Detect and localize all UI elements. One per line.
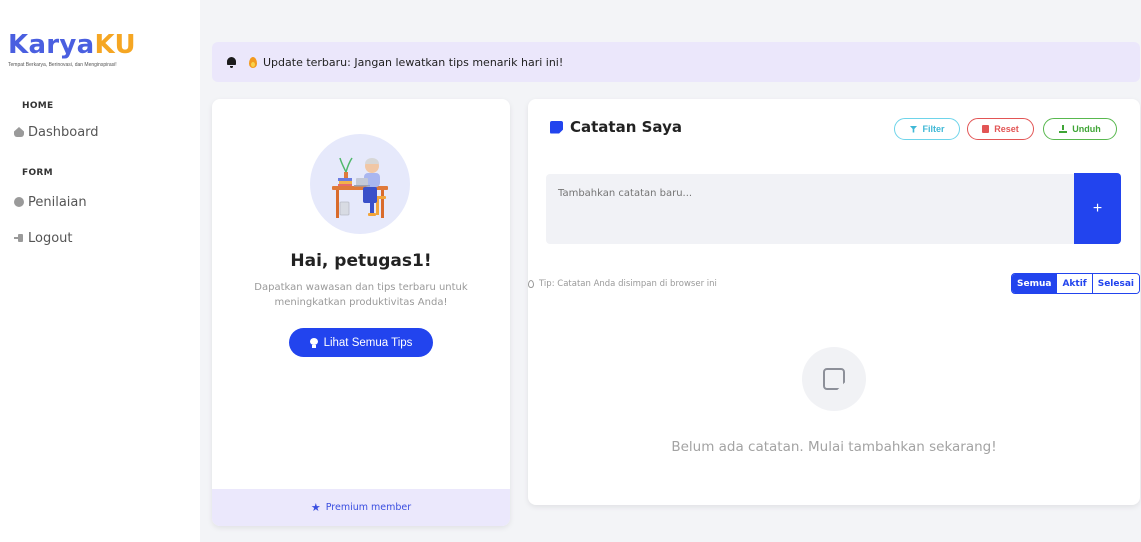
profile-card: Hai, petugas1! Dapatkan wawasan dan tips…	[212, 99, 510, 526]
notes-title: Catatan Saya	[550, 118, 682, 136]
reset-label: Reset	[994, 124, 1019, 134]
empty-state-message: Belum ada catatan. Mulai tambahkan sekar…	[671, 439, 997, 455]
filter-label: Filter	[922, 124, 945, 134]
filter-icon	[909, 125, 918, 133]
note-filter-segments: Semua Aktif Selesai	[1011, 273, 1141, 294]
logout-icon	[14, 233, 24, 243]
sidebar-item-label: Dashboard	[28, 124, 99, 140]
download-icon	[1059, 125, 1068, 133]
sidebar-item-dashboard[interactable]: Dashboard	[14, 123, 99, 141]
empty-state-illustration	[802, 347, 866, 411]
notes-card: Catatan Saya Filter Reset Unduh + Tip: C…	[528, 99, 1141, 505]
filter-button[interactable]: Filter	[894, 118, 960, 140]
sticky-note-icon	[550, 120, 563, 134]
download-label: Unduh	[1072, 124, 1101, 134]
greeting-subtitle: Dapatkan wawasan dan tips terbaru untuk …	[254, 282, 468, 308]
home-icon	[14, 127, 24, 137]
new-note-input[interactable]	[546, 174, 1074, 244]
notes-title-label: Catatan Saya	[570, 118, 682, 136]
sidebar: KaryaKU Tempat Berkarya, Berinovasi, dan…	[0, 0, 200, 542]
greeting-heading: Hai, petugas1!	[290, 251, 432, 271]
star-icon: ★	[310, 501, 321, 514]
add-note-button[interactable]: +	[1074, 173, 1121, 244]
sidebar-item-label: Penilaian	[28, 194, 87, 210]
avatar	[310, 134, 410, 234]
brand-tagline: Tempat Berkarya, Berinovasi, dan Mengins…	[8, 62, 117, 68]
premium-member-footer: ★ Premium member	[212, 489, 510, 526]
brand-logo[interactable]: KaryaKU Tempat Berkarya, Berinovasi, dan…	[8, 30, 136, 68]
nav-heading-home: HOME	[22, 101, 54, 111]
storage-tip-text: Tip: Catatan Anda disimpan di browser in…	[539, 279, 717, 289]
brand-name-part1: Karya	[8, 30, 95, 60]
nav-heading-form: FORM	[22, 168, 53, 178]
view-all-tips-button[interactable]: Lihat Semua Tips	[289, 328, 433, 357]
view-all-tips-label: Lihat Semua Tips	[323, 336, 413, 349]
sidebar-item-label: Logout	[28, 230, 73, 246]
trash-icon	[982, 125, 990, 133]
storage-tip: Tip: Catatan Anda disimpan di browser in…	[528, 279, 717, 289]
sidebar-item-penilaian[interactable]: Penilaian	[14, 193, 87, 211]
update-banner: Update terbaru: Jangan lewatkan tips men…	[212, 42, 1140, 82]
desk-illustration-icon	[332, 157, 388, 218]
fire-icon	[249, 56, 257, 68]
segment-all[interactable]: Semua	[1012, 274, 1057, 293]
reset-button[interactable]: Reset	[967, 118, 1034, 140]
download-button[interactable]: Unduh	[1043, 118, 1117, 140]
empty-note-icon	[823, 368, 845, 390]
circle-icon	[14, 197, 24, 207]
banner-text: Update terbaru: Jangan lewatkan tips men…	[263, 55, 564, 69]
sidebar-item-logout[interactable]: Logout	[14, 229, 73, 247]
segment-done[interactable]: Selesai	[1091, 274, 1140, 293]
brand-name-part2: KU	[94, 30, 136, 60]
bell-icon[interactable]	[226, 56, 237, 68]
premium-member-label: Premium member	[325, 502, 412, 513]
pin-icon	[528, 280, 534, 288]
lightbulb-icon	[309, 337, 318, 348]
segment-active[interactable]: Aktif	[1056, 274, 1092, 293]
